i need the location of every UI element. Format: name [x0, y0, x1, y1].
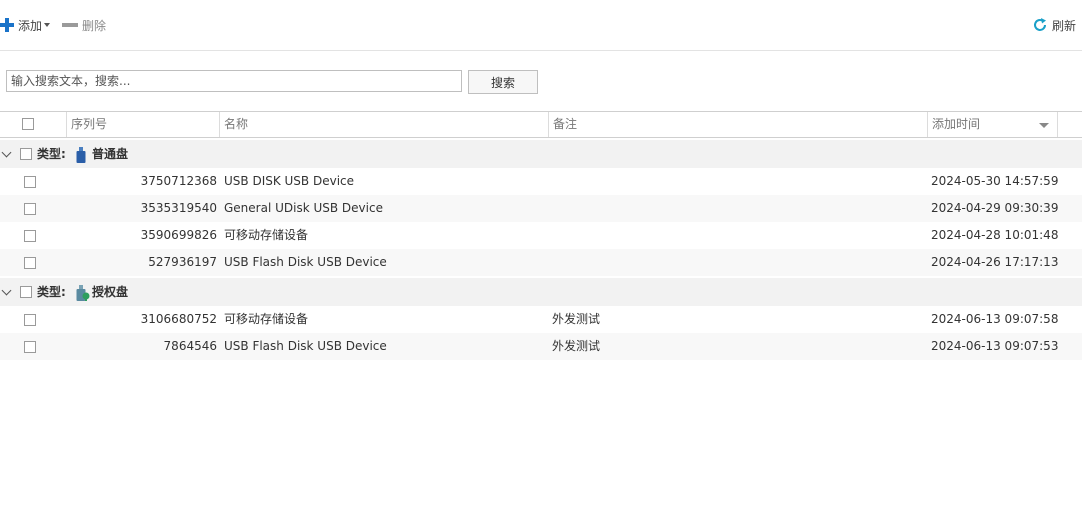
chevron-down-icon[interactable] — [1, 147, 12, 158]
toolbar: 添加 删除 刷新 — [0, 0, 1082, 51]
table-row[interactable]: 3535319540 General UDisk USB Device 2024… — [0, 195, 1082, 222]
cell-time: 2024-06-13 09:07:58 — [931, 312, 1059, 326]
add-button[interactable]: 添加 — [0, 15, 51, 35]
add-label: 添加 — [18, 18, 43, 33]
row-checkbox[interactable] — [24, 176, 36, 188]
refresh-button[interactable]: 刷新 — [1032, 15, 1076, 35]
group-row-authorized[interactable]: 类型: 授权盘 — [0, 278, 1082, 306]
row-checkbox[interactable] — [24, 314, 36, 326]
cell-serial: 3590699826 — [140, 228, 217, 242]
select-all-checkbox[interactable] — [22, 118, 34, 130]
cell-name: USB Flash Disk USB Device — [224, 255, 387, 269]
column-header-note[interactable]: 备注 — [548, 112, 927, 137]
authorized-usb-icon — [76, 285, 90, 301]
cell-serial: 3750712368 — [140, 174, 217, 188]
row-checkbox[interactable] — [24, 341, 36, 353]
chevron-down-icon — [44, 23, 51, 27]
table-row[interactable]: 7864546 USB Flash Disk USB Device 外发测试 2… — [0, 333, 1082, 360]
cell-serial: 527936197 — [148, 255, 217, 269]
delete-button[interactable]: 删除 — [62, 15, 106, 35]
group-name: 普通盘 — [92, 147, 129, 161]
row-checkbox[interactable] — [24, 257, 36, 269]
chevron-down-icon[interactable] — [1, 285, 12, 296]
table-row[interactable]: 3750712368 USB DISK USB Device 2024-05-3… — [0, 168, 1082, 195]
group-checkbox[interactable] — [20, 286, 32, 298]
minus-icon — [62, 23, 78, 27]
row-checkbox[interactable] — [24, 203, 36, 215]
sort-desc-icon — [1039, 123, 1049, 128]
cell-note: 外发测试 — [552, 339, 601, 353]
column-header-serial[interactable]: 序列号 — [66, 112, 219, 137]
column-header-filler — [1057, 112, 1082, 137]
group-checkbox[interactable] — [20, 148, 32, 160]
group-type-label: 类型: — [37, 147, 66, 161]
cell-name: 可移动存储设备 — [224, 312, 309, 326]
column-header-name[interactable]: 名称 — [219, 112, 548, 137]
cell-time: 2024-05-30 14:57:59 — [931, 174, 1059, 188]
cell-name: 可移动存储设备 — [224, 228, 309, 242]
group-type-label: 类型: — [37, 285, 66, 299]
usb-drive-icon — [76, 147, 86, 163]
cell-time: 2024-04-28 10:01:48 — [931, 228, 1059, 242]
refresh-label: 刷新 — [1051, 18, 1076, 33]
cell-time: 2024-06-13 09:07:53 — [931, 339, 1059, 353]
group-row-normal[interactable]: 类型: 普通盘 — [0, 140, 1082, 168]
table-row[interactable]: 527936197 USB Flash Disk USB Device 2024… — [0, 249, 1082, 276]
refresh-icon — [1034, 18, 1046, 31]
table-row[interactable]: 3106680752 可移动存储设备 外发测试 2024-06-13 09:07… — [0, 306, 1082, 333]
row-checkbox[interactable] — [24, 230, 36, 242]
plus-icon — [0, 18, 14, 32]
group-name: 授权盘 — [92, 285, 129, 299]
column-header-added-time[interactable]: 添加时间 — [927, 112, 1057, 137]
cell-note: 外发测试 — [552, 312, 601, 326]
cell-serial: 7864546 — [163, 339, 217, 353]
cell-time: 2024-04-29 09:30:39 — [931, 201, 1059, 215]
search-button[interactable]: 搜索 — [468, 70, 538, 94]
cell-serial: 3535319540 — [140, 201, 217, 215]
search-input[interactable] — [6, 70, 462, 92]
cell-name: USB Flash Disk USB Device — [224, 339, 387, 353]
cell-name: General UDisk USB Device — [224, 201, 383, 215]
cell-time: 2024-04-26 17:17:13 — [931, 255, 1059, 269]
table-row[interactable]: 3590699826 可移动存储设备 2024-04-28 10:01:48 — [0, 222, 1082, 249]
delete-label: 删除 — [82, 18, 107, 33]
table-header: 序列号 名称 备注 添加时间 — [0, 111, 1082, 138]
cell-serial: 3106680752 — [140, 312, 217, 326]
cell-name: USB DISK USB Device — [224, 174, 355, 188]
